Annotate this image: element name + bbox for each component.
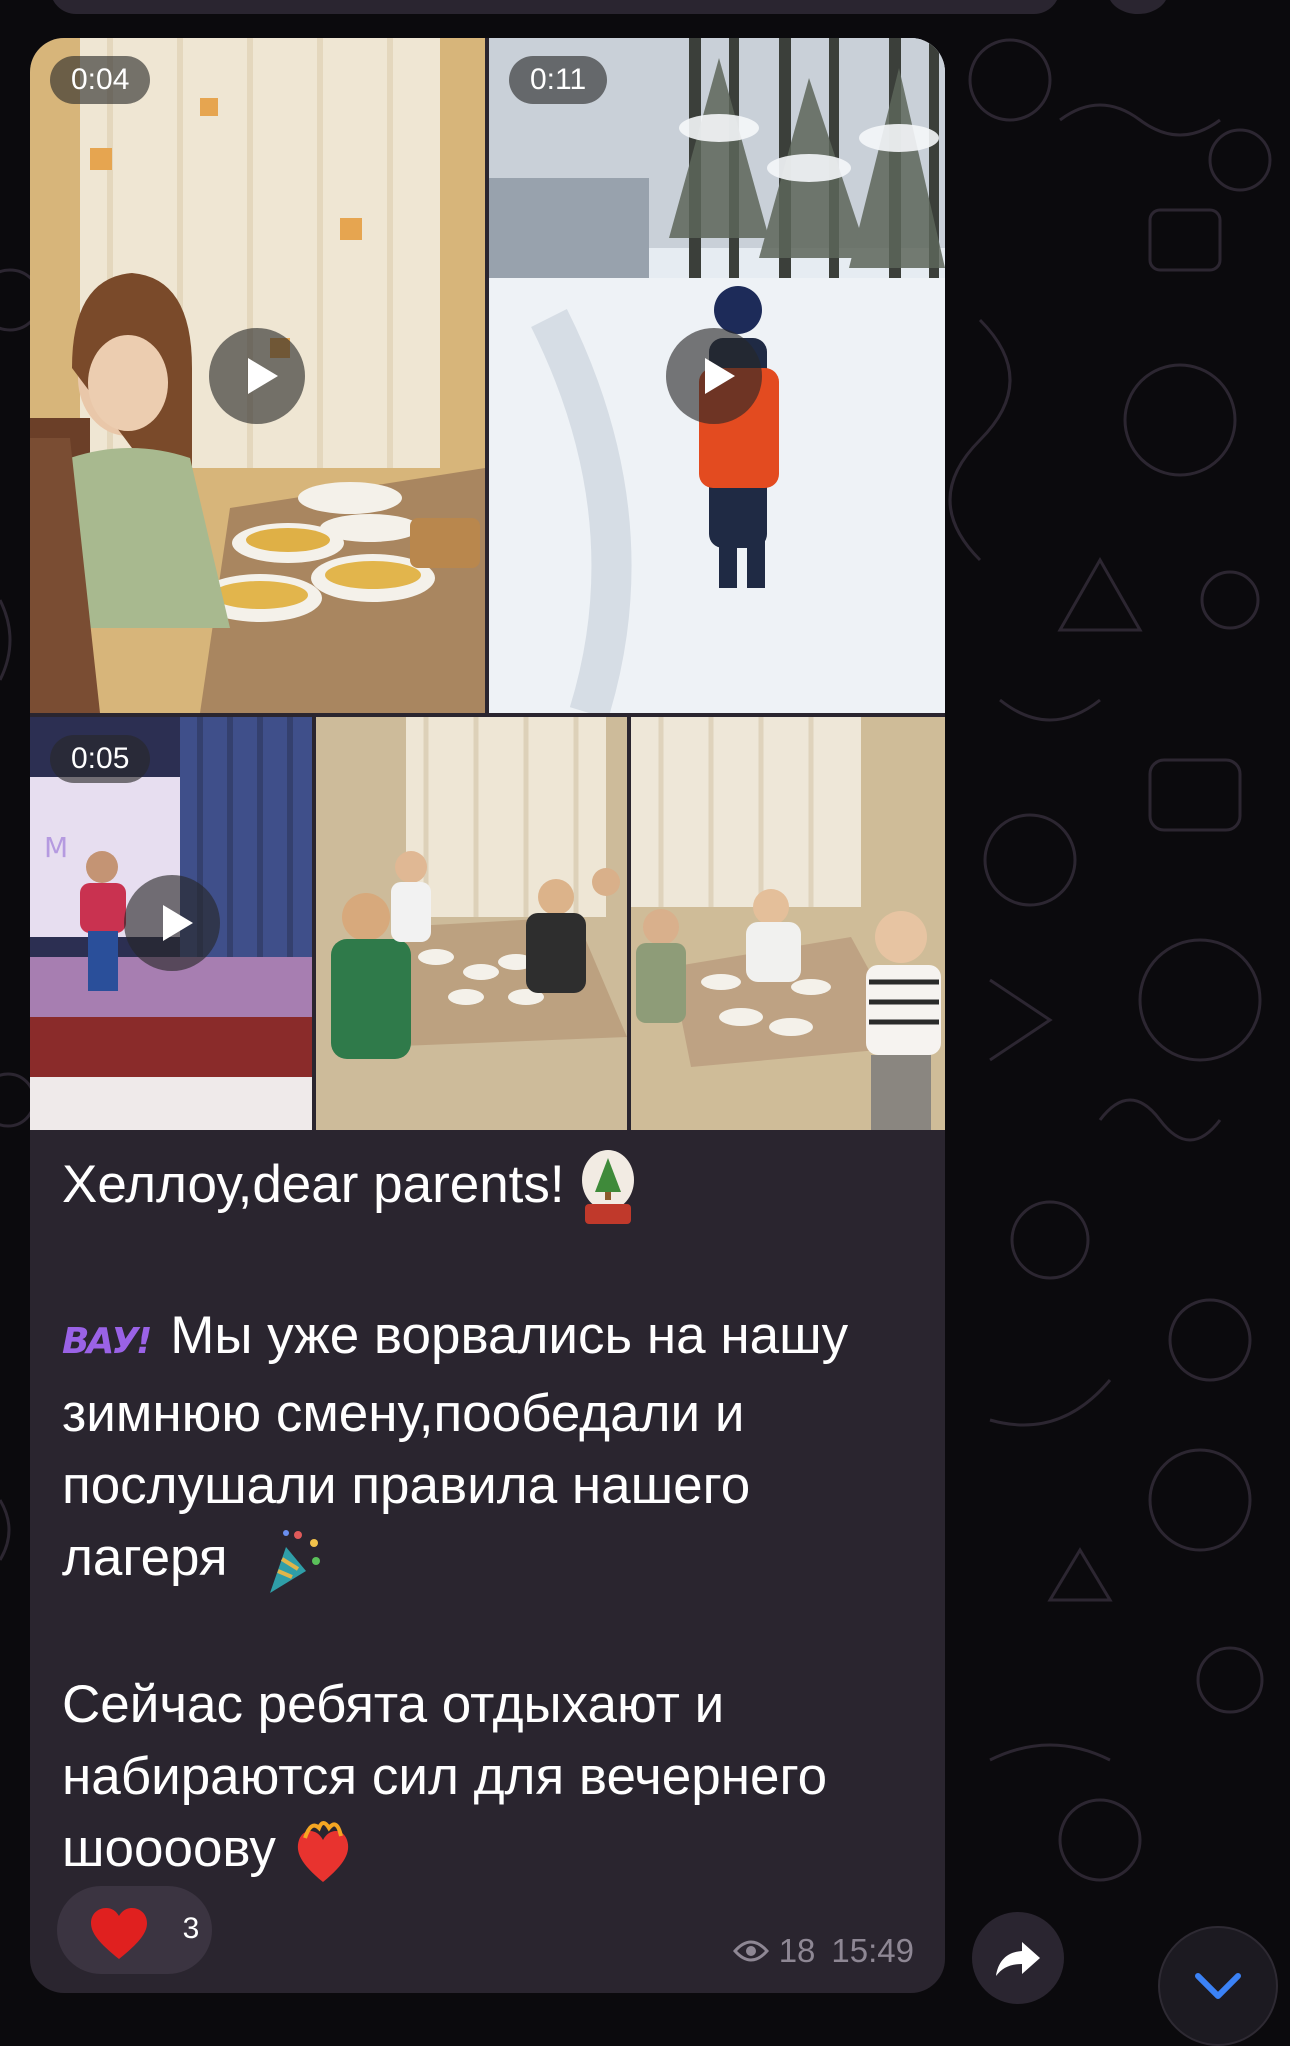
video-tile[interactable]: 0:04 (30, 38, 485, 713)
caption-line: Сейчас ребята отдыхают и (62, 1675, 725, 1734)
party-popper-icon (270, 1530, 321, 1593)
message-bubble: 0:04 0:11 M 0:05 Хеллоу,dear parents! ВА… (30, 38, 945, 1993)
caption-line: Мы уже ворвались на нашу (155, 1306, 849, 1365)
caption-greeting: Хеллоу,dear parents! (62, 1155, 565, 1214)
message-meta: 18 15:49 (732, 1932, 914, 1970)
video-tile[interactable]: M 0:05 (30, 717, 312, 1130)
caption-line: лагеря (62, 1528, 228, 1587)
video-duration: 0:04 (50, 56, 151, 104)
caption-line: послушали правила нашего (62, 1456, 751, 1515)
previous-message-edge (50, 0, 1060, 14)
photo-tile[interactable] (631, 717, 945, 1130)
message-caption: Хеллоу,dear parents! ВАУ! Мы уже ворвали… (62, 1148, 922, 1886)
chevron-down-icon (1195, 1973, 1241, 1999)
eye-icon (732, 1940, 769, 1962)
play-icon[interactable] (124, 875, 220, 971)
caption-line: зимнюю смену,пообедали и (62, 1384, 745, 1443)
caption-line: шоооову (62, 1819, 276, 1878)
heart-on-fire-icon (297, 1821, 348, 1882)
share-button[interactable] (972, 1912, 1064, 2004)
wow-sticker: ВАУ! (62, 1321, 153, 1362)
video-duration: 0:11 (509, 56, 608, 104)
play-icon[interactable] (209, 328, 305, 424)
snow-globe-tree-icon (582, 1150, 635, 1224)
video-duration: 0:05 (50, 735, 151, 783)
video-tile[interactable]: 0:11 (489, 38, 945, 713)
svg-text:M: M (44, 831, 68, 864)
photo-tile[interactable] (316, 717, 627, 1130)
reaction-chip[interactable]: 3 (57, 1886, 212, 1974)
photo-dining-group (631, 717, 945, 1130)
share-arrow-icon (996, 1942, 1040, 1976)
heart-icon (91, 1908, 147, 1959)
caption-line: набираются сил для вечернего (62, 1747, 828, 1806)
view-count: 18 (778, 1932, 816, 1969)
play-icon[interactable] (666, 328, 762, 424)
photo-dining-kids (316, 717, 627, 1130)
message-time: 15:49 (831, 1932, 914, 1969)
reaction-count: 3 (182, 1912, 200, 1945)
scroll-down-button[interactable] (1158, 1926, 1278, 2046)
media-album: 0:04 0:11 M 0:05 (30, 38, 945, 1130)
